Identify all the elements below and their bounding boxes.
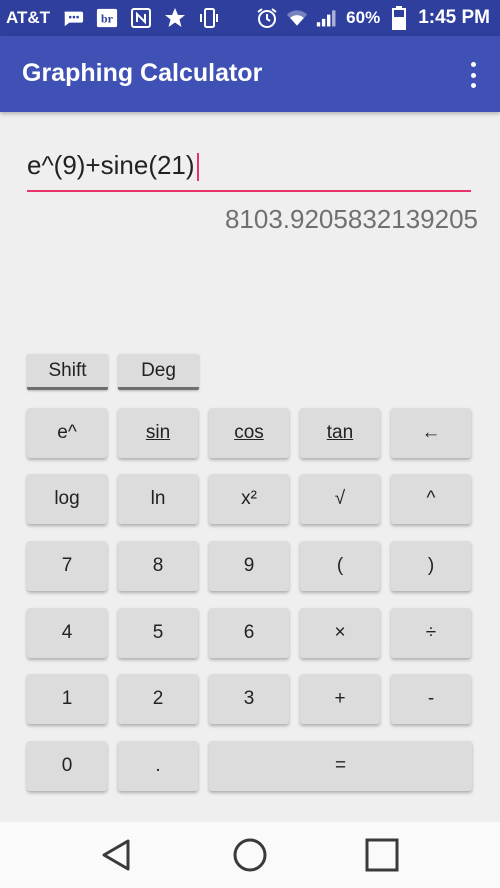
alarm-icon bbox=[256, 7, 278, 29]
key-8[interactable]: 8 bbox=[118, 541, 198, 591]
key-multiply[interactable]: × bbox=[300, 608, 380, 658]
expression-text: e^(9)+sine(21) bbox=[27, 150, 195, 180]
key-sqrt[interactable]: √ bbox=[300, 474, 380, 524]
overflow-menu-icon[interactable] bbox=[468, 62, 478, 88]
notification-icons: br bbox=[62, 6, 220, 30]
nfc-icon bbox=[130, 7, 152, 29]
key-9[interactable]: 9 bbox=[209, 541, 289, 591]
shift-toggle[interactable]: Shift bbox=[27, 354, 108, 390]
text-cursor bbox=[196, 153, 199, 182]
home-icon[interactable] bbox=[230, 835, 270, 875]
key-square[interactable]: x² bbox=[209, 474, 289, 524]
key-open-paren[interactable]: ( bbox=[300, 541, 380, 591]
key-5[interactable]: 5 bbox=[118, 608, 198, 658]
key-2[interactable]: 2 bbox=[118, 674, 198, 724]
deg-toggle[interactable]: Deg bbox=[118, 354, 199, 390]
key-cos[interactable]: cos bbox=[209, 408, 289, 458]
key-decimal[interactable]: . bbox=[118, 741, 198, 791]
battery-icon bbox=[388, 6, 410, 30]
key-sin[interactable]: sin bbox=[118, 408, 198, 458]
navigation-bar bbox=[0, 822, 500, 888]
key-ln[interactable]: ln bbox=[118, 474, 198, 524]
back-icon[interactable] bbox=[98, 835, 138, 875]
star-icon bbox=[164, 7, 186, 29]
key-7[interactable]: 7 bbox=[27, 541, 107, 591]
result-display: 8103.9205832139205 bbox=[224, 204, 478, 234]
key-plus[interactable]: + bbox=[300, 674, 380, 724]
svg-text:br: br bbox=[101, 12, 114, 26]
message-icon bbox=[62, 7, 84, 29]
key-close-paren[interactable]: ) bbox=[391, 541, 471, 591]
status-bar: AT&T br 60% 1:45 PM bbox=[0, 0, 500, 36]
key-backspace[interactable]: ← bbox=[391, 408, 471, 458]
expression-input[interactable]: e^(9)+sine(21) bbox=[27, 150, 471, 192]
key-4[interactable]: 4 bbox=[27, 608, 107, 658]
wifi-icon bbox=[286, 7, 308, 29]
recents-icon[interactable] bbox=[362, 835, 402, 875]
key-minus[interactable]: - bbox=[391, 674, 471, 724]
app-bar: Graphing Calculator bbox=[0, 36, 500, 112]
key-exp[interactable]: e^ bbox=[27, 408, 107, 458]
br-icon: br bbox=[96, 7, 118, 29]
key-6[interactable]: 6 bbox=[209, 608, 289, 658]
key-1[interactable]: 1 bbox=[27, 674, 107, 724]
carrier-label: AT&T bbox=[6, 8, 51, 27]
vibrate-icon bbox=[198, 7, 220, 29]
key-log[interactable]: log bbox=[27, 474, 107, 524]
key-divide[interactable]: ÷ bbox=[391, 608, 471, 658]
signal-icon bbox=[316, 7, 338, 29]
app-title: Graphing Calculator bbox=[22, 59, 263, 87]
key-3[interactable]: 3 bbox=[209, 674, 289, 724]
key-0[interactable]: 0 bbox=[27, 741, 107, 791]
battery-percent: 60% bbox=[346, 8, 381, 27]
system-icons: 60% 1:45 PM bbox=[256, 6, 490, 30]
key-equals[interactable]: = bbox=[209, 741, 472, 791]
clock: 1:45 PM bbox=[418, 7, 490, 28]
key-power[interactable]: ^ bbox=[391, 474, 471, 524]
key-tan[interactable]: tan bbox=[300, 408, 380, 458]
